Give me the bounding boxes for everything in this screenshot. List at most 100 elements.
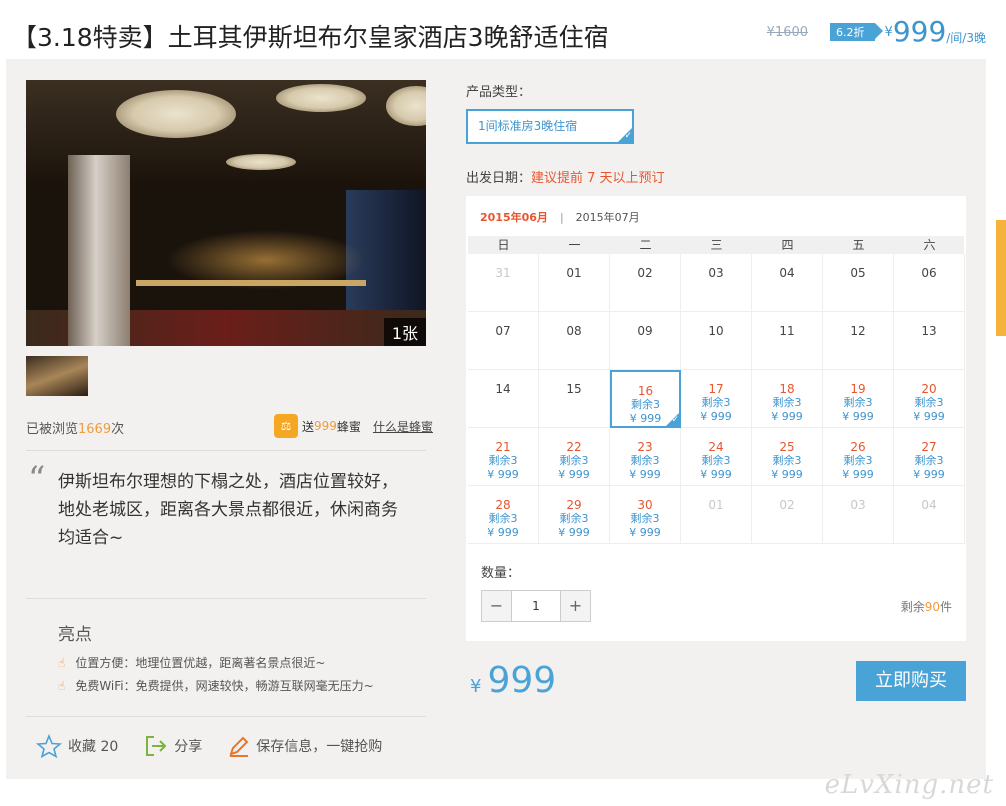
calendar-day[interactable]: 17 剩余3 ¥ 999 <box>681 370 752 428</box>
increment-button[interactable]: + <box>561 591 590 621</box>
day-number: 25 <box>779 440 795 454</box>
photo-rail <box>136 280 366 286</box>
photo-lamp <box>116 90 236 138</box>
calendar-day[interactable]: 30 剩余3 ¥ 999 <box>610 486 681 544</box>
day-number: 01 <box>566 266 582 280</box>
calendar-day[interactable]: 24 剩余3 ¥ 999 <box>681 428 752 486</box>
day-price: ¥ 999 <box>558 526 590 539</box>
calendar-day: 04 <box>894 486 965 544</box>
month-separator: | <box>559 211 564 224</box>
stock-suffix: 件 <box>939 600 952 614</box>
total-price: ¥ 999 <box>470 660 556 701</box>
product-type-label: 产品类型： <box>466 85 532 100</box>
photo-thumbnail[interactable] <box>26 356 88 396</box>
description-quote: 伊斯坦布尔理想的下榻之处，酒店位置较好，地处老城区，距离各大景点都很近，休闲商务… <box>58 472 398 548</box>
calendar-day[interactable]: 22 剩余3 ¥ 999 <box>539 428 610 486</box>
calendar-day-selected[interactable]: 16 剩余3 ¥ 999 ✓ <box>610 370 681 428</box>
action-bar: 收藏 20 分享 保存信息，一键抢购 <box>36 734 408 758</box>
calendar-day: 01 <box>681 486 752 544</box>
day-price: ¥ 999 <box>629 468 661 481</box>
day-price: ¥ 999 <box>913 468 945 481</box>
total-amount: 999 <box>487 660 557 701</box>
product-type-option[interactable]: 1间标准房3晚住宿 ✓ <box>466 109 634 144</box>
calendar-day: 02 <box>610 254 681 312</box>
departure-label: 出发日期： <box>466 171 532 186</box>
calendar-day[interactable]: 23 剩余3 ¥ 999 <box>610 428 681 486</box>
day-remaining: 剩余3 <box>772 396 802 409</box>
calendar-day: 12 <box>823 312 894 370</box>
day-price: ¥ 999 <box>842 468 874 481</box>
day-number: 30 <box>637 498 653 512</box>
check-icon: ✓ <box>671 415 679 425</box>
stock-prefix: 剩余 <box>900 600 925 614</box>
what-is-honey-link[interactable]: 什么是蜂蜜 <box>373 418 433 435</box>
favorite-button[interactable]: 收藏 20 <box>36 734 118 758</box>
quantity-input[interactable]: 1 <box>511 591 561 621</box>
day-number: 02 <box>637 266 653 280</box>
day-number: 06 <box>921 266 937 280</box>
calendar-day[interactable]: 19 剩余3 ¥ 999 <box>823 370 894 428</box>
hotel-photo[interactable]: 1张 <box>26 80 426 346</box>
calendar-day: 03 <box>823 486 894 544</box>
day-number: 14 <box>495 382 511 396</box>
calendar-day[interactable]: 29 剩余3 ¥ 999 <box>539 486 610 544</box>
day-number: 03 <box>850 498 866 512</box>
quantity-label: 数量： <box>481 566 521 581</box>
day-price: ¥ 999 <box>629 526 661 539</box>
calendar-day: 09 <box>610 312 681 370</box>
photo-lamp <box>276 84 366 112</box>
day-number: 18 <box>779 382 795 396</box>
day-remaining: 剩余3 <box>701 454 731 467</box>
view-count: 已被浏览1669次 <box>26 418 124 437</box>
highlights-title: 亮点 <box>58 625 92 645</box>
highlight-text: 免费WiFi：免费提供，网速较快，畅游互联网毫无压力~ <box>75 679 374 693</box>
calendar-day[interactable]: 18 剩余3 ¥ 999 <box>752 370 823 428</box>
day-number: 17 <box>708 382 724 396</box>
calendar-day: 06 <box>894 254 965 312</box>
product-type-text: 1间标准房3晚住宿 <box>478 119 578 133</box>
calendar-day[interactable]: 28 剩余3 ¥ 999 <box>468 486 539 544</box>
calendar-day[interactable]: 20 剩余3 ¥ 999 <box>894 370 965 428</box>
calendar-day: 08 <box>539 312 610 370</box>
buy-now-button[interactable]: 立即购买 <box>856 661 966 701</box>
calendar-day: 02 <box>752 486 823 544</box>
honey-jar-icon: ⚖ <box>274 414 298 438</box>
decrement-button[interactable]: − <box>482 591 511 621</box>
highlight-item: ☝ 位置方便：地理位置优越，距离著名景点很近~ <box>58 654 325 671</box>
divider <box>26 450 426 451</box>
calendar-day: 07 <box>468 312 539 370</box>
calendar-day[interactable]: 25 剩余3 ¥ 999 <box>752 428 823 486</box>
view-count-label: 已被浏览 <box>26 422 79 437</box>
calendar-day[interactable]: 21 剩余3 ¥ 999 <box>468 428 539 486</box>
weekday-label: 六 <box>923 238 936 252</box>
divider <box>26 716 426 717</box>
thumbs-up-icon: ☝ <box>58 678 66 693</box>
calendar-day[interactable]: 27 剩余3 ¥ 999 <box>894 428 965 486</box>
day-number: 01 <box>708 498 724 512</box>
day-remaining: 剩余3 <box>914 396 944 409</box>
day-remaining: 剩余3 <box>630 512 660 525</box>
day-remaining: 剩余3 <box>843 454 873 467</box>
calendar-day: 13 <box>894 312 965 370</box>
day-remaining: 剩余3 <box>488 512 518 525</box>
day-remaining: 剩余3 <box>914 454 944 467</box>
day-remaining: 剩余3 <box>559 454 589 467</box>
price-currency: ¥ <box>884 24 893 40</box>
month-tab-june[interactable]: 2015年06月 <box>480 211 548 224</box>
photo-count-badge: 1张 <box>383 318 426 346</box>
calendar-day[interactable]: 26 剩余3 ¥ 999 <box>823 428 894 486</box>
honey-reward: ⚖ 送 999 蜂蜜 什么是蜂蜜 <box>274 414 433 438</box>
side-float-tab[interactable] <box>996 220 1006 336</box>
calendar-day: 11 <box>752 312 823 370</box>
price-unit: /间/3晚 <box>946 30 986 45</box>
weekday-label: 日 <box>497 238 510 252</box>
day-number: 12 <box>850 324 866 338</box>
day-remaining: 剩余3 <box>631 398 660 411</box>
share-button[interactable]: 分享 <box>144 735 202 757</box>
favorite-label: 收藏 20 <box>68 739 119 755</box>
month-tab-july[interactable]: 2015年07月 <box>576 211 640 224</box>
day-number: 29 <box>566 498 582 512</box>
day-number: 07 <box>495 324 511 338</box>
save-info-button[interactable]: 保存信息，一键抢购 <box>228 735 382 757</box>
watermark-logo: eLvXing.net <box>824 770 994 800</box>
